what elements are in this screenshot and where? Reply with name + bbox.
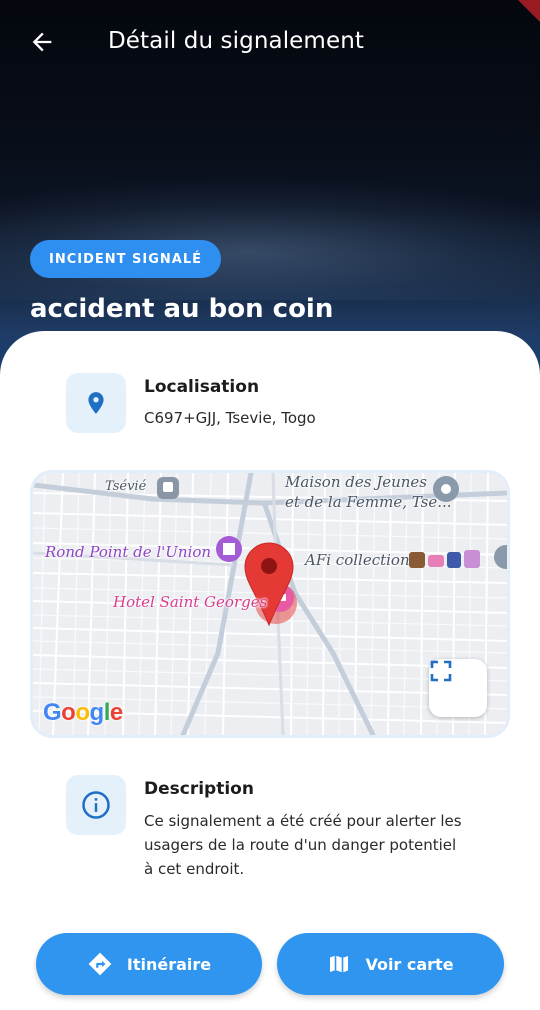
location-heading: Localisation <box>144 377 260 397</box>
description-line-2: usagers de la route d'un danger potentie… <box>144 836 457 854</box>
itinerary-button[interactable]: Itinéraire <box>36 933 262 995</box>
map-label-rond-point: Rond Point de l'Union <box>45 543 212 561</box>
fullscreen-button[interactable] <box>429 659 487 717</box>
map-preview[interactable]: Tsévié Maison des Jeunes et de la Femme,… <box>30 470 510 738</box>
map-label-afi: AFi collection <box>305 551 410 569</box>
google-logo: Google <box>43 699 123 726</box>
location-pin-icon <box>88 392 104 414</box>
shopping-bags-icon <box>409 549 485 569</box>
view-map-button[interactable]: Voir carte <box>277 933 504 995</box>
app-bar: Détail du signalement <box>0 0 540 84</box>
description-line-3: à cet endroit. <box>144 860 245 878</box>
map-label-maison-line2: et de la Femme, Tse... <box>285 493 452 511</box>
status-badge: INCIDENT SIGNALÉ <box>30 240 222 278</box>
description-heading: Description <box>144 779 254 799</box>
arrow-left-icon <box>32 32 52 52</box>
map-icon <box>330 955 349 973</box>
info-icon <box>82 791 110 819</box>
description-icon-box <box>66 775 126 835</box>
itinerary-label: Itinéraire <box>126 954 212 974</box>
view-map-label: Voir carte <box>365 954 454 974</box>
map-label-hotel: Hotel Saint Georges <box>113 593 268 611</box>
map-label-maison-line1: Maison des Jeunes <box>285 473 427 491</box>
location-address: C697+GJJ, Tsevie, Togo <box>144 409 316 427</box>
report-title: accident au bon coin <box>30 294 334 324</box>
page-title: Détail du signalement <box>108 28 364 54</box>
directions-icon <box>88 952 112 976</box>
description-line-1: Ce signalement a été créé pour alerter l… <box>144 812 462 830</box>
back-button[interactable] <box>22 24 62 60</box>
fullscreen-icon <box>430 660 452 682</box>
map-label-tsevie: Tsévié <box>105 479 147 494</box>
location-icon-box <box>66 373 126 433</box>
